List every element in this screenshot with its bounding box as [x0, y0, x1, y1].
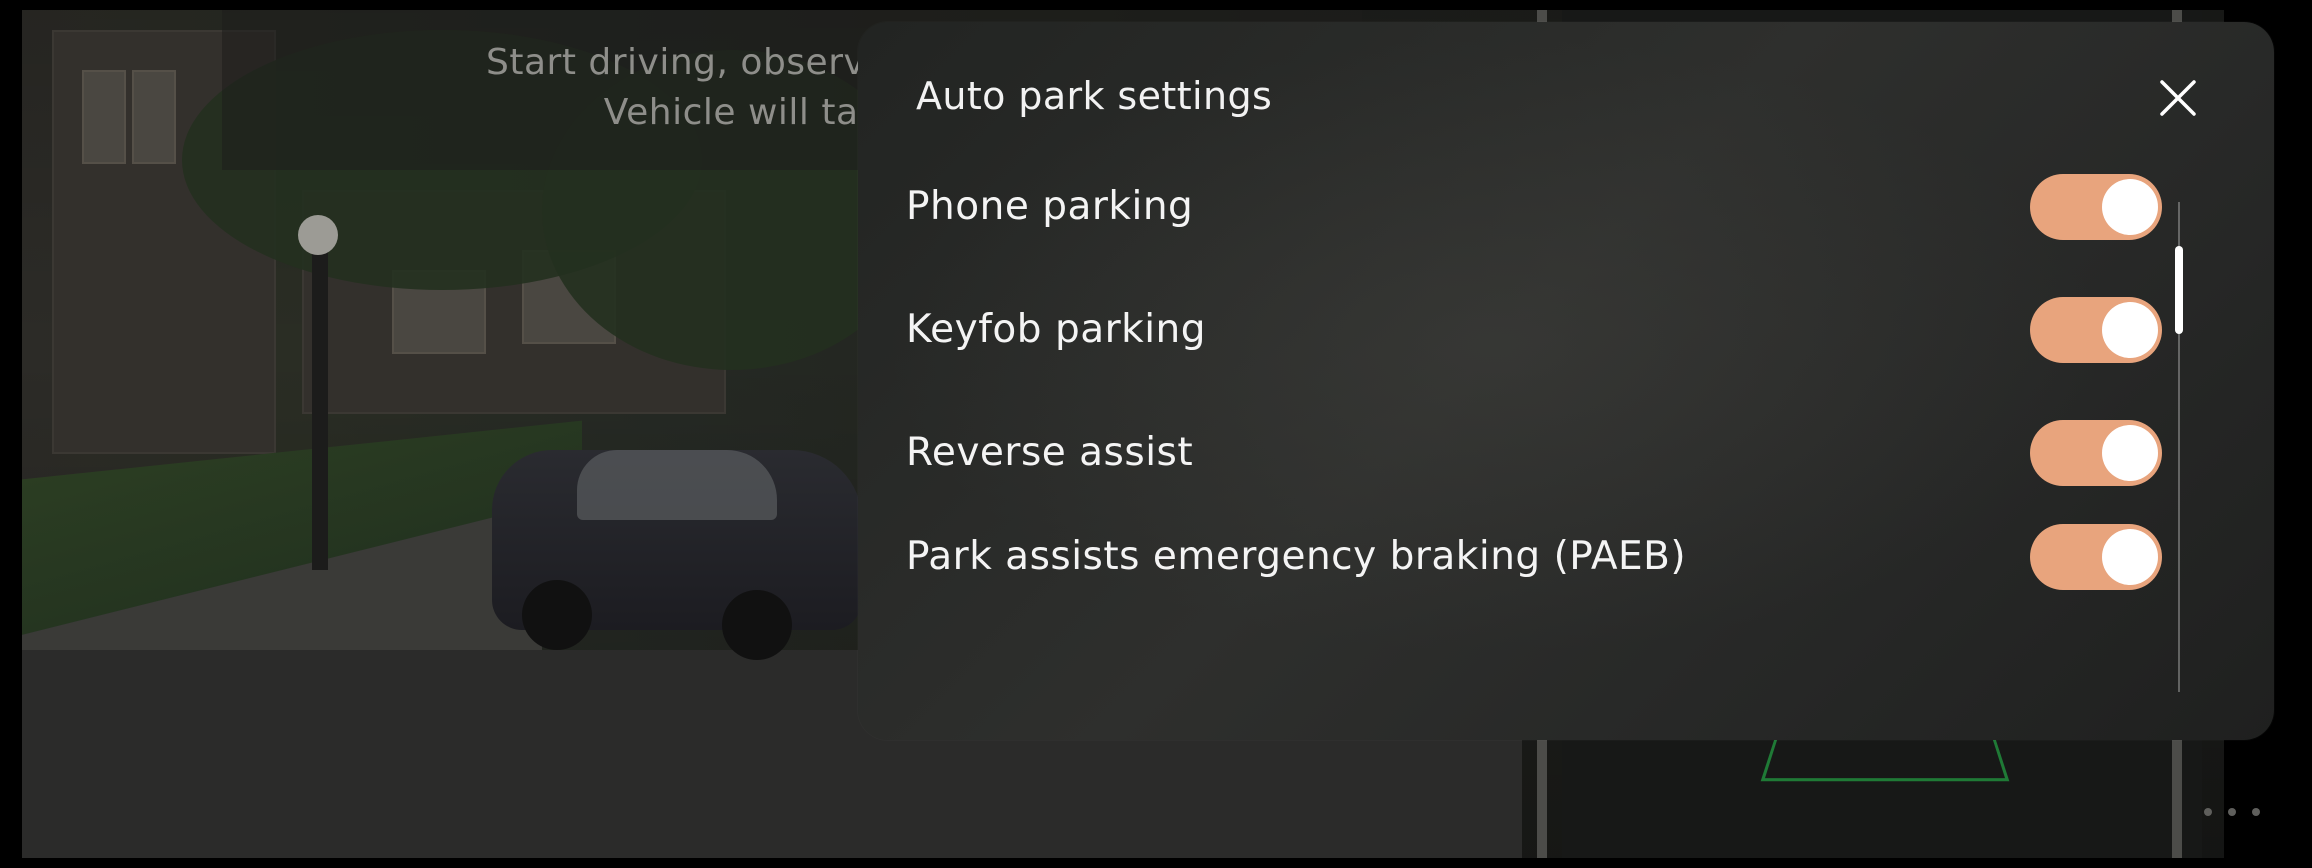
- phone-parking-toggle[interactable]: [2030, 174, 2162, 240]
- more-horizontal-icon: [2252, 808, 2260, 816]
- house-window: [132, 70, 176, 164]
- setting-label: Reverse assist: [906, 430, 1194, 475]
- setting-row-keyfob-parking: Keyfob parking: [906, 295, 2206, 365]
- close-icon: [2160, 80, 2196, 116]
- setting-label: Park assists emergency braking (PAEB): [906, 534, 1687, 579]
- paeb-toggle[interactable]: [2030, 524, 2162, 590]
- street-lamp: [298, 215, 338, 255]
- more-menu-button[interactable]: [2204, 800, 2260, 824]
- auto-park-settings-dialog: Auto park settings Phone parking Keyfob …: [858, 22, 2274, 740]
- car-wheel: [522, 580, 592, 650]
- toggle-knob: [2102, 179, 2158, 235]
- lamppost: [312, 230, 328, 570]
- toggle-knob: [2102, 529, 2158, 585]
- more-horizontal-icon: [2204, 808, 2212, 816]
- setting-label: Keyfob parking: [906, 307, 1207, 352]
- dialog-title: Auto park settings: [916, 74, 1273, 118]
- toggle-knob: [2102, 425, 2158, 481]
- scrollbar-thumb[interactable]: [2175, 246, 2183, 334]
- setting-row-paeb: Park assists emergency braking (PAEB): [906, 522, 2206, 592]
- setting-row-phone-parking: Phone parking: [906, 172, 2206, 242]
- keyfob-parking-toggle[interactable]: [2030, 297, 2162, 363]
- more-horizontal-icon: [2228, 808, 2236, 816]
- reverse-assist-toggle[interactable]: [2030, 420, 2162, 486]
- setting-row-reverse-assist: Reverse assist: [906, 418, 2206, 488]
- close-button[interactable]: [2154, 74, 2202, 122]
- toggle-knob: [2102, 302, 2158, 358]
- car-wheel: [722, 590, 792, 660]
- setting-label: Phone parking: [906, 184, 1194, 229]
- house-window: [82, 70, 126, 164]
- car-window: [577, 450, 777, 520]
